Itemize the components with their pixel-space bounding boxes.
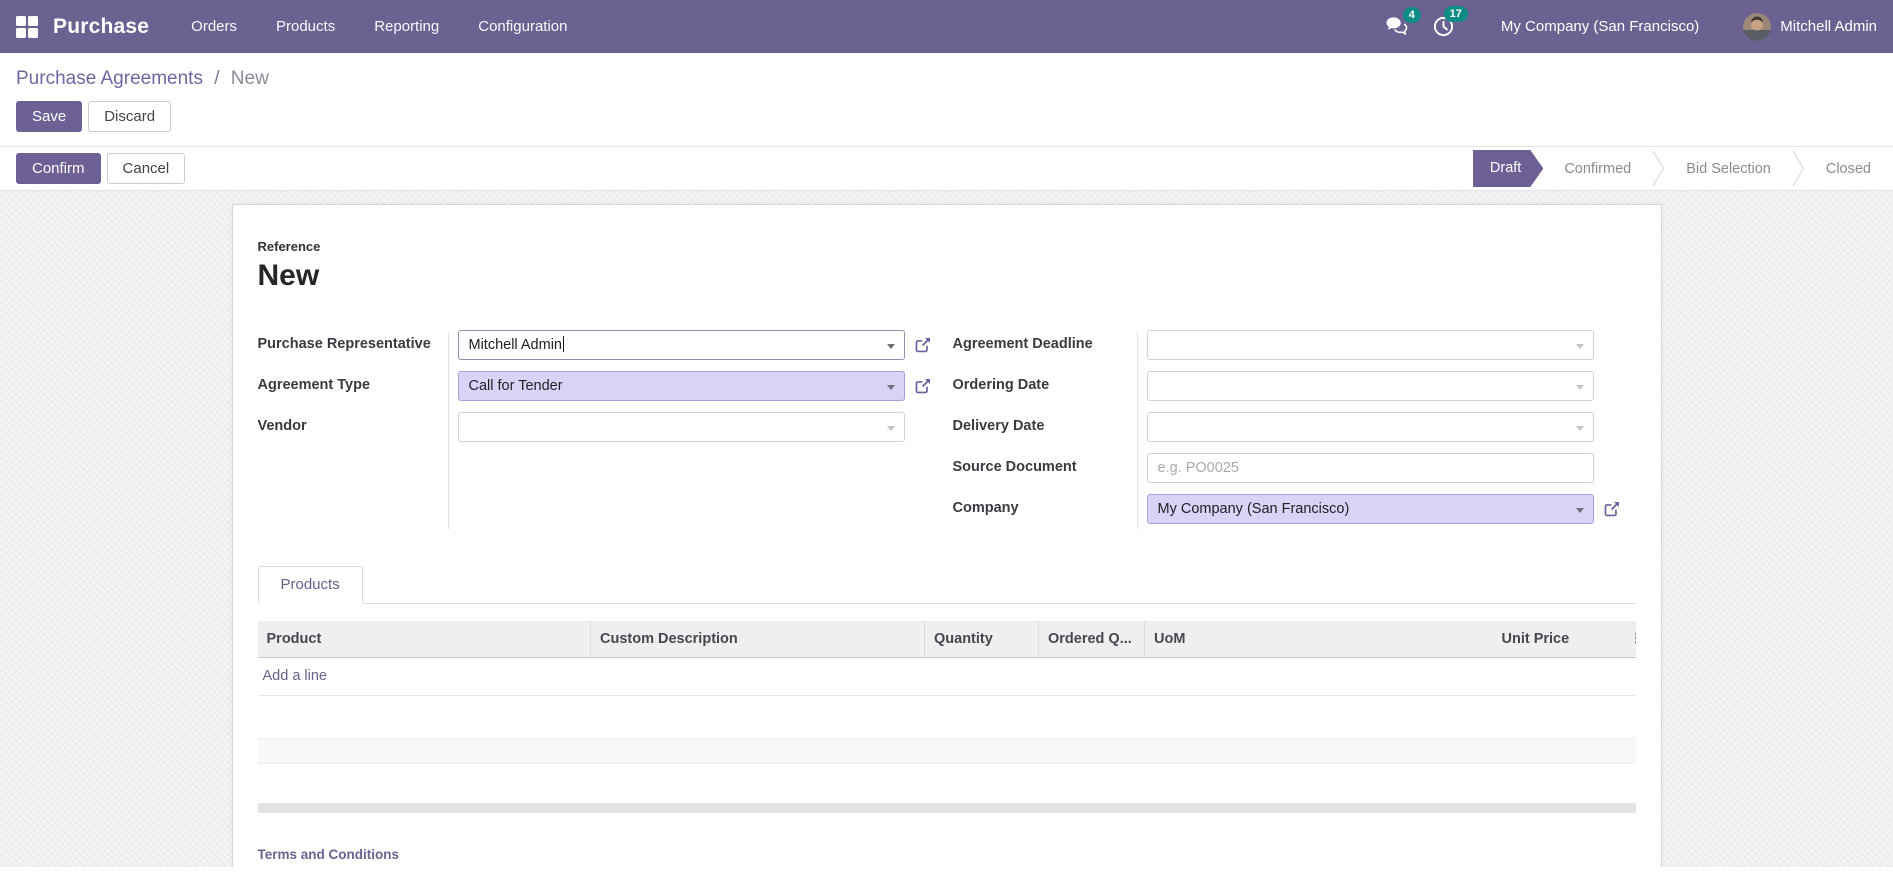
menu-reporting[interactable]: Reporting — [374, 18, 439, 35]
dropdown-caret-icon[interactable] — [1575, 385, 1584, 390]
tab-bar: Products — [257, 565, 1636, 604]
delivery-date-field[interactable] — [1146, 412, 1594, 442]
menu-products[interactable]: Products — [276, 18, 335, 35]
agreement-type-label: Agreement Type — [257, 377, 371, 393]
external-link-icon[interactable] — [1603, 500, 1621, 518]
stage-chevron-icon — [1652, 150, 1665, 187]
agreement-deadline-label: Agreement Deadline — [952, 336, 1093, 352]
source-document-label: Source Document — [952, 459, 1077, 475]
stage-closed[interactable]: Closed — [1805, 161, 1875, 177]
stage-bid-selection[interactable]: Bid Selection — [1665, 161, 1792, 177]
add-a-line-link[interactable]: Add a line — [263, 668, 328, 684]
ordering-date-label: Ordering Date — [952, 377, 1050, 393]
confirm-button[interactable]: Confirm — [16, 153, 101, 184]
company-field[interactable]: My Company (San Francisco) — [1146, 494, 1594, 524]
group-separator — [447, 332, 449, 529]
activities-button[interactable]: 17 — [1432, 6, 1468, 38]
vendor-label: Vendor — [257, 418, 307, 434]
messages-count-badge: 4 — [1402, 7, 1421, 23]
purchase-representative-field[interactable]: Mitchell Admin — [457, 330, 905, 360]
delivery-date-label: Delivery Date — [952, 418, 1045, 434]
breadcrumb-current: New — [230, 68, 269, 89]
source-document-field[interactable] — [1146, 453, 1594, 483]
breadcrumb-parent-link[interactable]: Purchase Agreements — [16, 68, 203, 89]
form-sheet: Reference New Purchase Representative Mi… — [231, 204, 1662, 867]
user-menu[interactable]: Mitchell Admin — [1780, 18, 1877, 35]
agreement-type-field[interactable]: Call for Tender — [457, 371, 905, 401]
menu-configuration[interactable]: Configuration — [478, 18, 567, 35]
column-header-ordered-qty[interactable]: Ordered Q... — [1038, 621, 1145, 658]
app-brand[interactable]: Purchase — [53, 15, 149, 39]
top-navbar: Purchase Orders Products Reporting Confi… — [0, 0, 1893, 53]
save-button[interactable]: Save — [16, 101, 83, 132]
dropdown-caret-icon[interactable] — [886, 344, 895, 349]
dropdown-caret-icon[interactable] — [886, 426, 895, 431]
empty-table-row — [257, 695, 1636, 738]
activities-count-badge: 17 — [1443, 6, 1468, 22]
form-view-background: Reference New Purchase Representative Mi… — [0, 191, 1893, 867]
discard-button[interactable]: Discard — [88, 101, 172, 132]
stage-chevron-icon — [1792, 150, 1805, 187]
tab-products[interactable]: Products — [257, 566, 363, 604]
products-table: Product Custom Description Quantity Orde… — [257, 621, 1636, 658]
horizontal-scrollbar[interactable] — [257, 802, 1636, 813]
notebook: Products Product Custom Description Quan… — [257, 565, 1636, 813]
control-panel: Purchase Agreements / New Save Discard — [0, 53, 1893, 147]
empty-table-row — [257, 763, 1636, 803]
reference-value: New — [257, 259, 320, 292]
empty-table-row-striped — [257, 737, 1636, 764]
stage-draft[interactable]: Draft — [1473, 150, 1543, 187]
company-label: Company — [952, 500, 1019, 516]
vendor-field[interactable] — [457, 412, 905, 442]
form-group-right: Agreement Deadline Ordering Date Deliver… — [947, 330, 1636, 535]
reference-label: Reference — [257, 239, 321, 254]
agreement-deadline-field[interactable] — [1146, 330, 1594, 360]
messages-button[interactable]: 4 — [1385, 7, 1421, 37]
form-group-left: Purchase Representative Mitchell Admin A… — [258, 330, 947, 535]
column-header-product[interactable]: Product — [257, 621, 591, 658]
stage-confirmed[interactable]: Confirmed — [1543, 161, 1652, 177]
column-header-custom-description[interactable]: Custom Description — [590, 621, 925, 658]
dropdown-caret-icon[interactable] — [1575, 426, 1584, 431]
external-link-icon[interactable] — [914, 377, 932, 395]
dropdown-caret-icon[interactable] — [1575, 344, 1584, 349]
apps-menu-icon[interactable] — [16, 15, 38, 38]
column-header-quantity[interactable]: Quantity — [924, 621, 1039, 658]
terms-and-conditions-label: Terms and Conditions — [257, 846, 400, 862]
column-header-unit-price[interactable]: Unit Price — [1492, 621, 1621, 658]
dropdown-caret-icon[interactable] — [1575, 508, 1584, 513]
purchase-representative-label: Purchase Representative — [257, 336, 431, 352]
optional-columns-icon[interactable]: ⋮ — [1620, 621, 1636, 658]
ordering-date-field[interactable] — [1146, 371, 1594, 401]
menu-orders[interactable]: Orders — [191, 18, 237, 35]
column-header-uom[interactable]: UoM — [1144, 621, 1493, 658]
group-separator — [1136, 332, 1138, 529]
external-link-icon[interactable] — [914, 336, 932, 354]
stage-pipeline: Draft Confirmed Bid Selection Closed — [1473, 147, 1875, 190]
breadcrumb-separator: / — [214, 68, 220, 89]
text-cursor — [562, 336, 564, 352]
dropdown-caret-icon[interactable] — [886, 385, 895, 390]
breadcrumb: Purchase Agreements / New — [16, 68, 1877, 90]
company-switcher[interactable]: My Company (San Francisco) — [1501, 18, 1699, 35]
cancel-button[interactable]: Cancel — [106, 153, 186, 184]
statusbar: Confirm Cancel Draft Confirmed Bid Selec… — [0, 147, 1893, 191]
table-row: Add a line — [257, 657, 1636, 696]
user-avatar[interactable] — [1743, 12, 1772, 41]
